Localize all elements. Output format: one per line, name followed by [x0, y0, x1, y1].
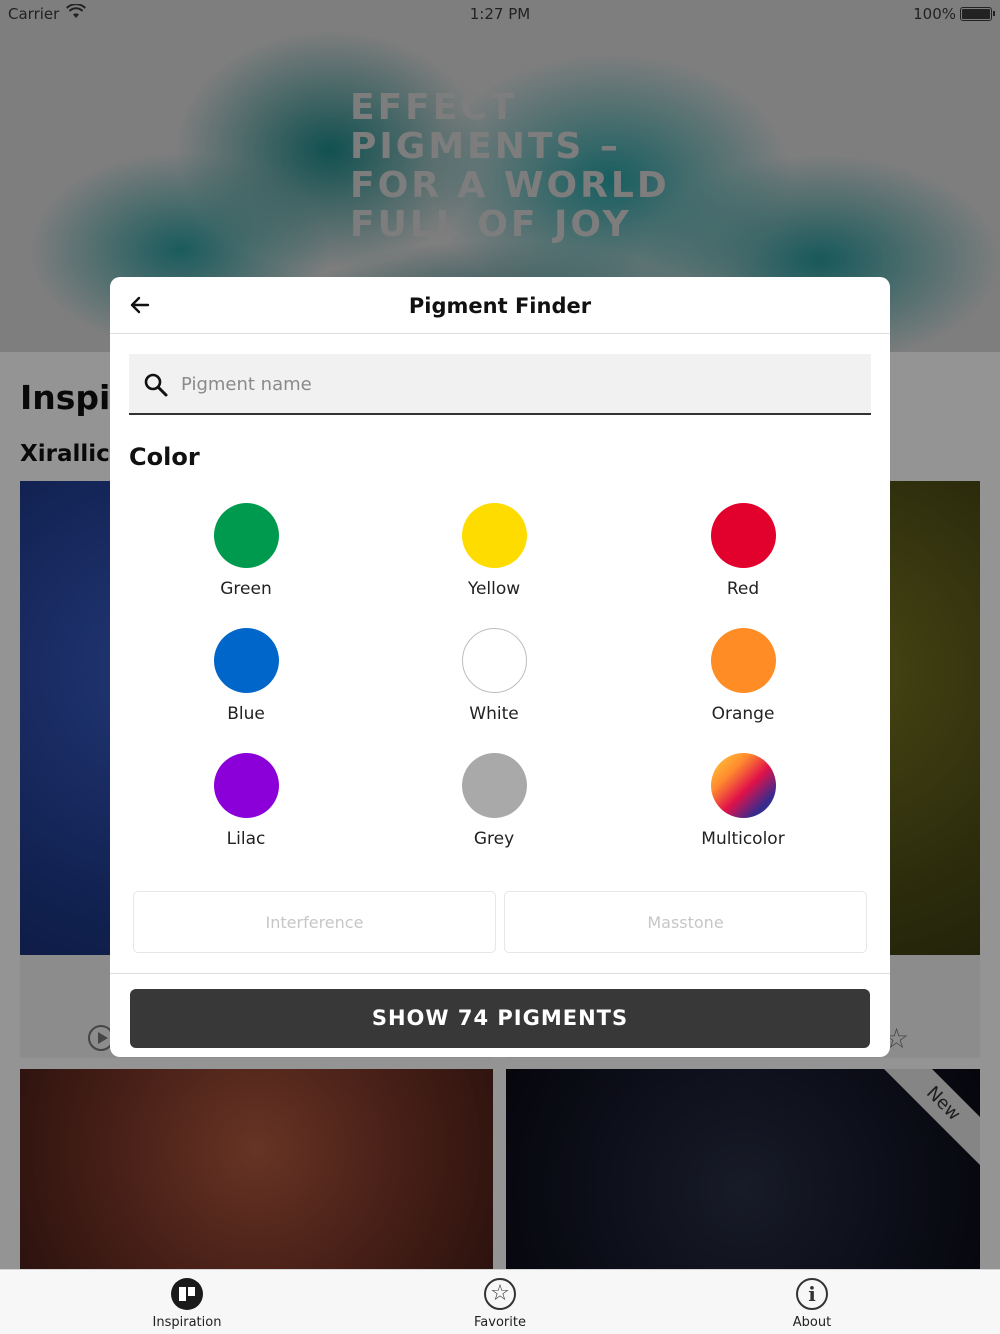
- color-swatch-yellow: [462, 503, 527, 568]
- color-label: Multicolor: [701, 829, 785, 849]
- tab-bar: Inspiration ☆ Favorite i About: [0, 1269, 1000, 1334]
- color-label: Orange: [711, 704, 775, 724]
- status-time: 1:27 PM: [469, 5, 531, 23]
- color-swatch-lilac: [214, 753, 279, 818]
- battery-percent: 100%: [913, 5, 956, 23]
- pigment-finder-modal: Pigment Finder Color Green Yellow Red Blue W…: [110, 277, 890, 1057]
- color-option-white[interactable]: White: [419, 628, 569, 738]
- color-swatch-orange: [711, 628, 776, 693]
- color-label: Blue: [227, 704, 265, 724]
- status-bar: Carrier 1:27 PM 100%: [0, 0, 1000, 28]
- info-icon: i: [796, 1278, 828, 1310]
- color-option-grey[interactable]: Grey: [419, 753, 569, 863]
- color-label: Green: [220, 579, 272, 599]
- tab-label: About: [792, 1315, 832, 1330]
- color-swatch-grey: [462, 753, 527, 818]
- inspiration-icon: [171, 1278, 203, 1310]
- color-swatch-green: [214, 503, 279, 568]
- color-swatch-red: [711, 503, 776, 568]
- search-box: [129, 354, 871, 415]
- star-icon: ☆: [484, 1278, 516, 1310]
- color-swatch-blue: [214, 628, 279, 693]
- color-option-blue[interactable]: Blue: [171, 628, 321, 738]
- tab-favorite[interactable]: ☆ Favorite: [400, 1270, 600, 1334]
- tab-inspiration[interactable]: Inspiration: [87, 1270, 287, 1334]
- masstone-filter-button[interactable]: Masstone: [504, 891, 867, 953]
- color-label: Grey: [473, 829, 515, 849]
- color-swatch-multicolor: [711, 753, 776, 818]
- interference-filter-button[interactable]: Interference: [133, 891, 496, 953]
- modal-title: Pigment Finder: [408, 294, 592, 318]
- modal-header: Pigment Finder: [110, 277, 890, 334]
- search-input[interactable]: [181, 364, 851, 404]
- color-label: Yellow: [467, 579, 521, 599]
- color-option-green[interactable]: Green: [171, 503, 321, 613]
- tab-label: Favorite: [474, 1315, 526, 1330]
- color-heading: Color: [129, 443, 200, 471]
- color-swatch-white: [462, 628, 527, 693]
- modal-footer: SHOW 74 PIGMENTS: [110, 973, 890, 1057]
- color-option-lilac[interactable]: Lilac: [171, 753, 321, 863]
- color-label: Red: [726, 579, 760, 599]
- tab-label: Inspiration: [152, 1315, 222, 1330]
- search-icon: [144, 373, 168, 397]
- color-label: Lilac: [226, 829, 266, 849]
- color-option-multicolor[interactable]: Multicolor: [668, 753, 818, 863]
- tab-about[interactable]: i About: [712, 1270, 912, 1334]
- color-label: White: [469, 704, 519, 724]
- battery-icon: [960, 7, 995, 21]
- color-option-orange[interactable]: Orange: [668, 628, 818, 738]
- color-option-red[interactable]: Red: [668, 503, 818, 613]
- show-pigments-button[interactable]: SHOW 74 PIGMENTS: [130, 989, 870, 1048]
- color-option-yellow[interactable]: Yellow: [419, 503, 569, 613]
